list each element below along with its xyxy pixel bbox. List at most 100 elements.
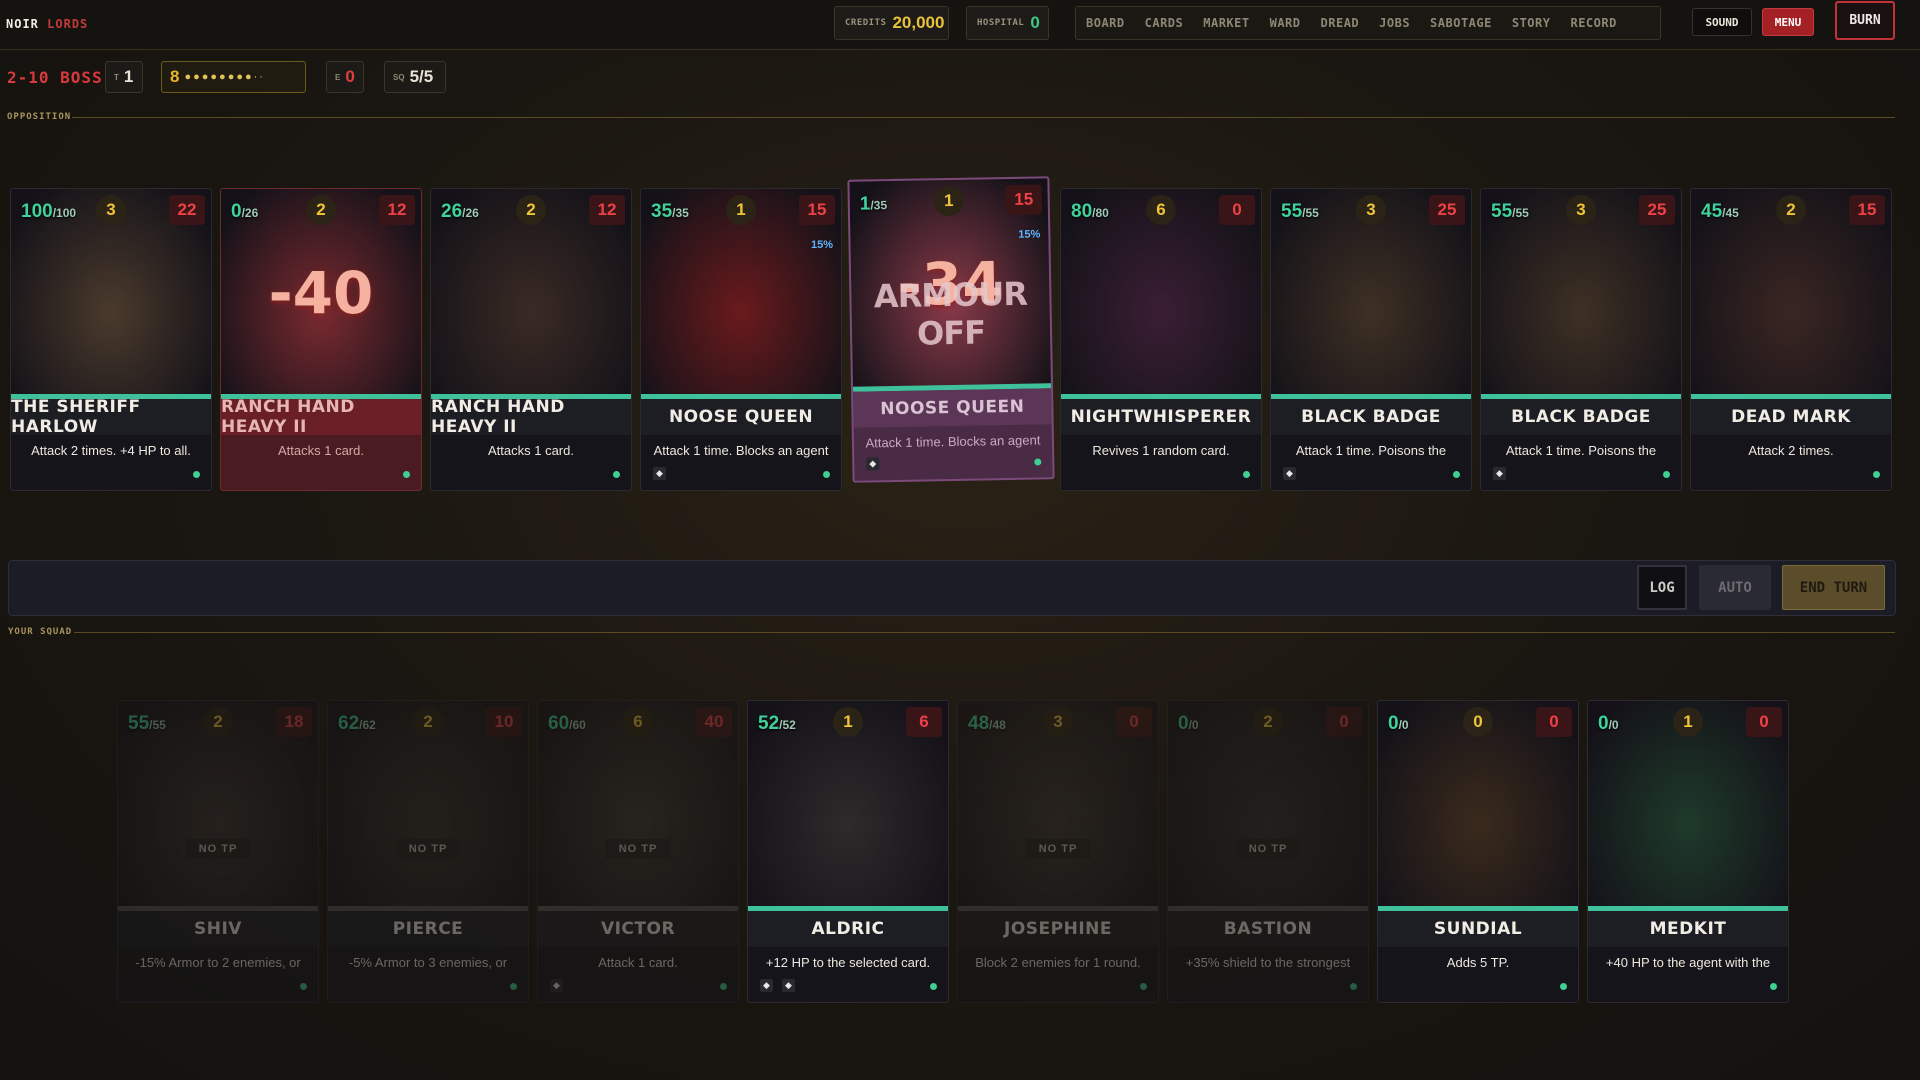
card-name: ALDRIC [748, 911, 948, 947]
squad-card-victor[interactable]: 60/60 6 40 NO TP VICTOR Attack 1 card. ◆ [537, 700, 739, 1003]
ready-dot-icon [1873, 471, 1880, 478]
card-attack-badge: 40 [696, 707, 732, 737]
nav-story[interactable]: STORY [1502, 6, 1561, 40]
card-description: Block 2 enemies for 1 round. [975, 955, 1141, 970]
turn-counter: T 1 [105, 61, 143, 93]
card-description: Attack 1 card. [598, 955, 678, 970]
nav-board[interactable]: BOARD [1076, 6, 1135, 40]
card-hp: 55/55 [1491, 201, 1529, 223]
squad-card-medkit[interactable]: 0/0 1 0 MEDKIT +40 HP to the agent with the [1587, 700, 1789, 1003]
squad-card-pierce[interactable]: 62/62 2 10 NO TP PIERCE -5% Armor to 3 enemie… [327, 700, 529, 1003]
card-hp-max: /35 [672, 206, 689, 220]
card-hp: 0/0 [1598, 713, 1619, 735]
card-name: NOOSE QUEEN [641, 399, 841, 435]
enemy-card-dead-mark[interactable]: 45/45 2 15 DEAD MARK Attack 2 times. [1690, 188, 1892, 491]
card-description: Attacks 1 card. [488, 443, 574, 458]
status-diamond-icon: ◆ [653, 467, 666, 480]
card-hp-value: 52 [758, 713, 780, 734]
card-hp: 52/52 [758, 713, 796, 735]
enemy-card-black-badge[interactable]: 55/55 3 25 BLACK BADGE Attack 1 time. Poison… [1270, 188, 1472, 491]
card-hp-max: /55 [1302, 206, 1319, 220]
enemy-card-ranch-hand-heavy-ii[interactable]: 26/26 2 12 RANCH HAND HEAVY II Attacks 1 car… [430, 188, 632, 491]
card-hp-value: 55 [1491, 201, 1513, 222]
opposition-divider [72, 117, 1895, 118]
squad-card-aldric[interactable]: 52/52 1 6 ALDRIC +12 HP to the selected card… [747, 700, 949, 1003]
credits-label: CREDITS [845, 18, 887, 28]
card-hp-max: /26 [241, 206, 259, 220]
card-name: MEDKIT [1588, 911, 1788, 947]
squad-card-josephine[interactable]: 48/48 3 0 NO TP JOSEPHINE Block 2 enemies for… [957, 700, 1159, 1003]
card-hp-max: /62 [359, 718, 376, 732]
card-speed-badge: 2 [306, 195, 336, 225]
card-hp-max: /55 [1512, 206, 1529, 220]
logo-word-lords: LORDS [47, 17, 89, 31]
nav-jobs[interactable]: JOBS [1369, 6, 1420, 40]
squad-value: 5/5 [409, 67, 434, 86]
no-tp-badge: NO TP [1025, 839, 1091, 859]
end-turn-button[interactable]: END TURN [1782, 565, 1885, 610]
card-description: Revives 1 random card. [1092, 443, 1230, 458]
nav-market[interactable]: MARKET [1193, 6, 1259, 40]
card-hp: 48/48 [968, 713, 1006, 735]
card-description: Attack 1 time. Blocks an agent [865, 432, 1041, 451]
effect-text: ARMOUR OFF [873, 274, 1028, 353]
card-speed-badge: 3 [1043, 707, 1073, 737]
enemy-card-nightwhisperer[interactable]: 80/80 6 0 NIGHTWHISPERER Revives 1 random ca… [1060, 188, 1262, 491]
card-hp-value: 48 [968, 713, 990, 734]
card-description: -15% Armor to 2 enemies, or [135, 955, 301, 970]
burn-button[interactable]: BURN [1835, 1, 1895, 40]
no-tp-badge: NO TP [605, 839, 671, 859]
enemy-card-noose-queen[interactable]: 1/35 1 15 15% -34 ARMOUR OFF NOOSE QUEEN Attack… [847, 176, 1055, 483]
ready-dot-icon [823, 471, 830, 478]
ready-dot-icon [1034, 458, 1042, 466]
action-bar: LOG AUTO END TURN [8, 560, 1896, 616]
card-speed-badge: 3 [1566, 195, 1596, 225]
sound-button[interactable]: SOUND [1692, 8, 1752, 36]
credits-value: 20,000 [892, 13, 945, 32]
squad-card-shiv[interactable]: 55/55 2 18 NO TP SHIV -15% Armor to 2 enemies… [117, 700, 319, 1003]
nav-dread[interactable]: DREAD [1311, 6, 1370, 40]
card-hp: 55/55 [1281, 201, 1319, 223]
card-hp: 80/80 [1071, 201, 1109, 223]
card-attack-badge: 12 [589, 195, 625, 225]
card-hp: 26/26 [441, 201, 479, 223]
card-attack-badge: 0 [1116, 707, 1152, 737]
card-armor-percent: 15% [810, 239, 833, 251]
card-hp-max: /35 [870, 198, 888, 213]
auto-button[interactable]: AUTO [1699, 565, 1771, 610]
card-name: RANCH HAND HEAVY II [221, 397, 421, 437]
card-hp-value: 0 [1178, 713, 1189, 734]
card-hp: 45/45 [1701, 201, 1739, 223]
card-hp: 62/62 [338, 713, 376, 735]
enemy-card-noose-queen[interactable]: 35/35 1 15 15% NOOSE QUEEN Attack 1 time. Blo… [640, 188, 842, 491]
card-hp-value: 26 [441, 201, 463, 222]
card-speed-badge: 2 [203, 707, 233, 737]
enemy-card-the-sheriff-harlow[interactable]: 100/100 3 22 THE SHERIFF HARLOW Attack 2 tim… [10, 188, 212, 491]
card-name: SHIV [118, 911, 318, 947]
card-hp-value: 1 [859, 193, 871, 215]
card-name: PIERCE [328, 911, 528, 947]
card-hp-value: 60 [548, 713, 570, 734]
credits-display: CREDITS 20,000 [834, 6, 949, 40]
card-attack-badge: 6 [906, 707, 942, 737]
enemy-card-black-badge[interactable]: 55/55 3 25 BLACK BADGE Attack 1 time. Poison… [1480, 188, 1682, 491]
squad-card-sundial[interactable]: 0/0 0 0 SUNDIAL Adds 5 TP. [1377, 700, 1579, 1003]
card-speed-badge: 1 [726, 195, 756, 225]
menu-button[interactable]: MENU [1762, 8, 1814, 36]
nav-ward[interactable]: WARD [1260, 6, 1311, 40]
card-speed-badge: 3 [96, 195, 126, 225]
nav-record[interactable]: RECORD [1560, 6, 1626, 40]
log-button[interactable]: LOG [1637, 565, 1687, 610]
card-hp-max: /52 [779, 718, 796, 732]
card-description: Attack 1 time. Blocks an agent [653, 443, 829, 458]
card-speed-badge: 1 [1673, 707, 1703, 737]
enemy-card-ranch-hand-heavy-ii[interactable]: 0/26 2 12 -40 RANCH HAND HEAVY II Attacks 1 c… [220, 188, 422, 491]
card-hp-value: 100 [21, 201, 53, 222]
ready-dot-icon [720, 983, 727, 990]
nav-cards[interactable]: CARDS [1135, 6, 1194, 40]
card-hp: 35/35 [651, 201, 689, 223]
squad-card-bastion[interactable]: 0/0 2 0 NO TP BASTION +35% shield to the stro… [1167, 700, 1369, 1003]
card-speed-badge: 6 [623, 707, 653, 737]
status-diamond-icon: ◆ [866, 457, 880, 471]
nav-sabotage[interactable]: SABOTAGE [1420, 6, 1502, 40]
